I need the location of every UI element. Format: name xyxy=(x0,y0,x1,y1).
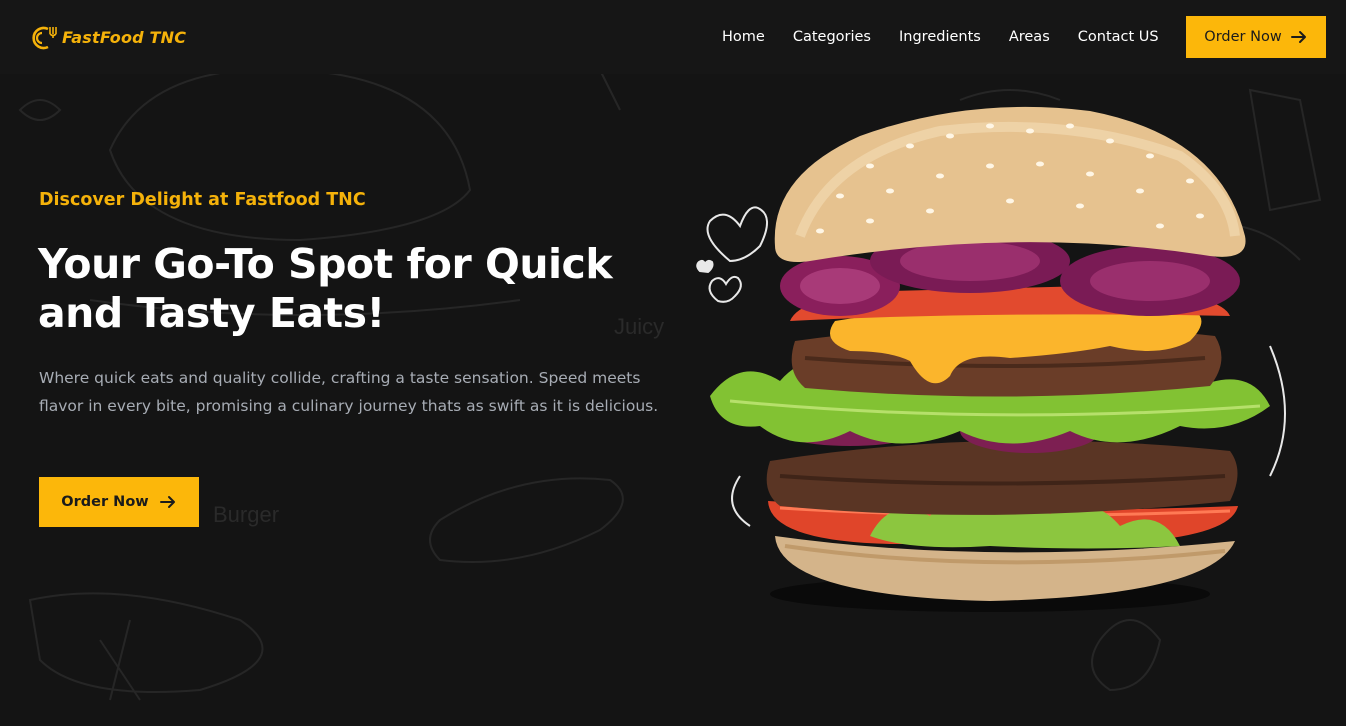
hero-order-now-label: Order Now xyxy=(61,494,149,510)
nav-link-contact[interactable]: Contact US xyxy=(1078,26,1159,48)
nav-link-ingredients[interactable]: Ingredients xyxy=(899,26,981,48)
nav-link-categories[interactable]: Categories xyxy=(793,26,871,48)
hero-description: Where quick eats and quality collide, cr… xyxy=(39,369,659,415)
hero-kicker: Discover Delight at Fastfood TNC xyxy=(39,190,366,210)
main-nav: Home Categories Ingredients Areas Contac… xyxy=(722,26,1159,48)
nav-order-now-label: Order Now xyxy=(1204,29,1282,45)
nav-link-home[interactable]: Home xyxy=(722,26,765,48)
brand-logo[interactable]: FastFood TNC xyxy=(30,22,186,52)
brand-name: FastFood TNC xyxy=(62,27,187,47)
burger-image xyxy=(696,106,1286,612)
hero-order-now-button[interactable]: Order Now xyxy=(39,477,199,527)
hero-title: Your Go-To Spot for Quick and Tasty Eats… xyxy=(38,240,613,337)
navbar: FastFood TNC Home Categories Ingredients… xyxy=(0,0,1346,74)
arrow-right-icon xyxy=(1290,31,1306,43)
cup-fork-logo-icon xyxy=(32,26,57,50)
nav-order-now-button[interactable]: Order Now xyxy=(1186,16,1326,58)
background-word-burger: Burger xyxy=(213,502,280,527)
arrow-right-icon xyxy=(159,496,175,508)
nav-link-areas[interactable]: Areas xyxy=(1009,26,1050,48)
